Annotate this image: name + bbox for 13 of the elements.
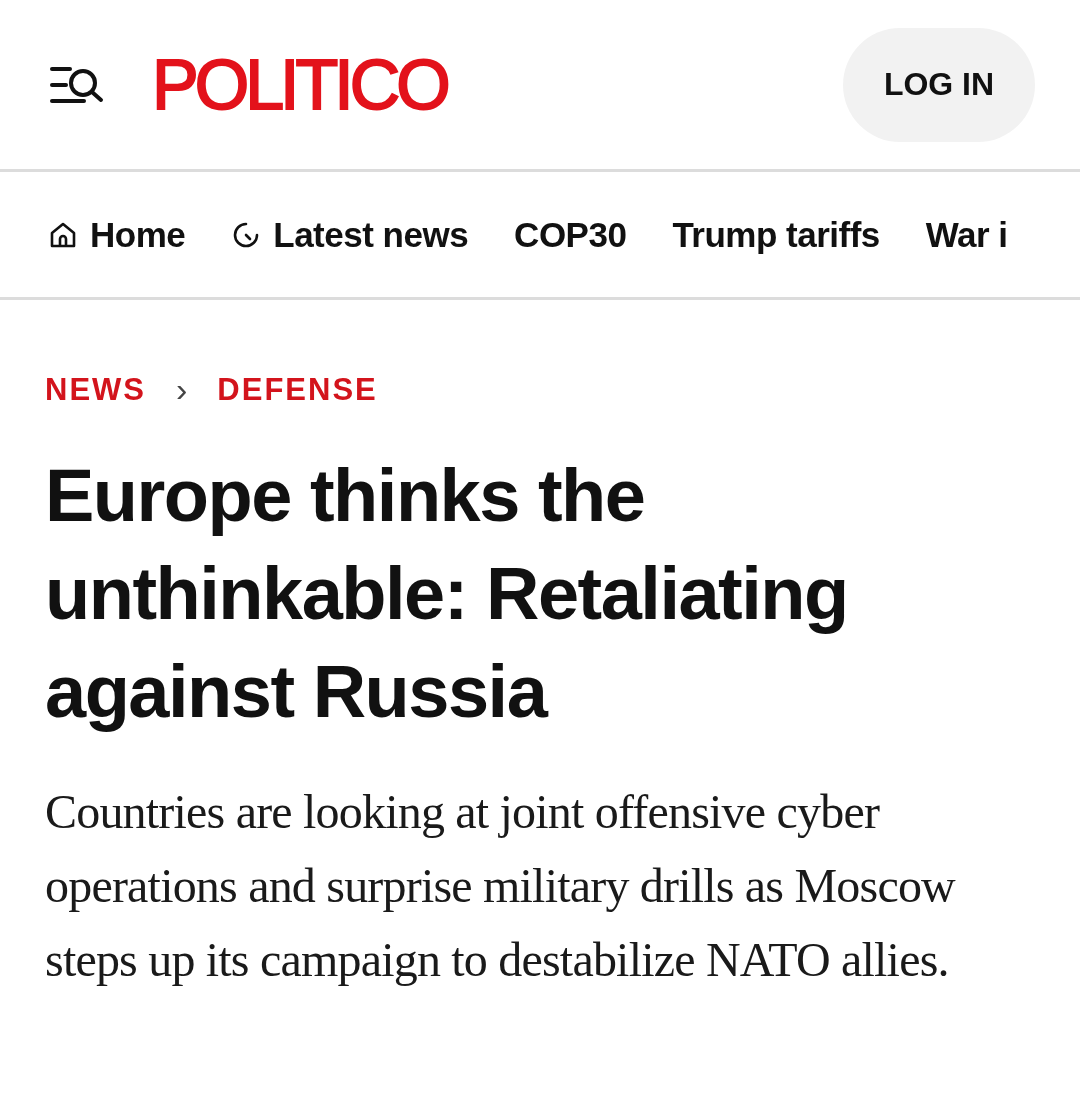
logo[interactable]: POLITICO: [152, 49, 447, 120]
nav-link[interactable]: Latest news: [231, 214, 469, 255]
headline: Europe thinks the unthinkable: Retaliating against Russia: [45, 453, 849, 735]
nav-link[interactable]: War i: [925, 214, 1008, 255]
nav-link[interactable]: Home: [48, 214, 186, 255]
login-button[interactable]: LOG IN: [843, 27, 1035, 142]
nav-link[interactable]: Trump tariffs: [672, 214, 880, 255]
breadcrumb-separator: ›: [176, 370, 188, 409]
breadcrumb-link[interactable]: DEFENSE: [217, 371, 378, 408]
breadcrumb-link[interactable]: NEWS: [45, 371, 146, 408]
article-summary: Countries are looking at joint offensive cyber operations and surprise military drills as Moscow steps up its campaign to destabilize NATO allies.: [45, 784, 957, 988]
menu-search-icon[interactable]: [50, 64, 104, 105]
nav-link[interactable]: COP30: [514, 214, 627, 255]
